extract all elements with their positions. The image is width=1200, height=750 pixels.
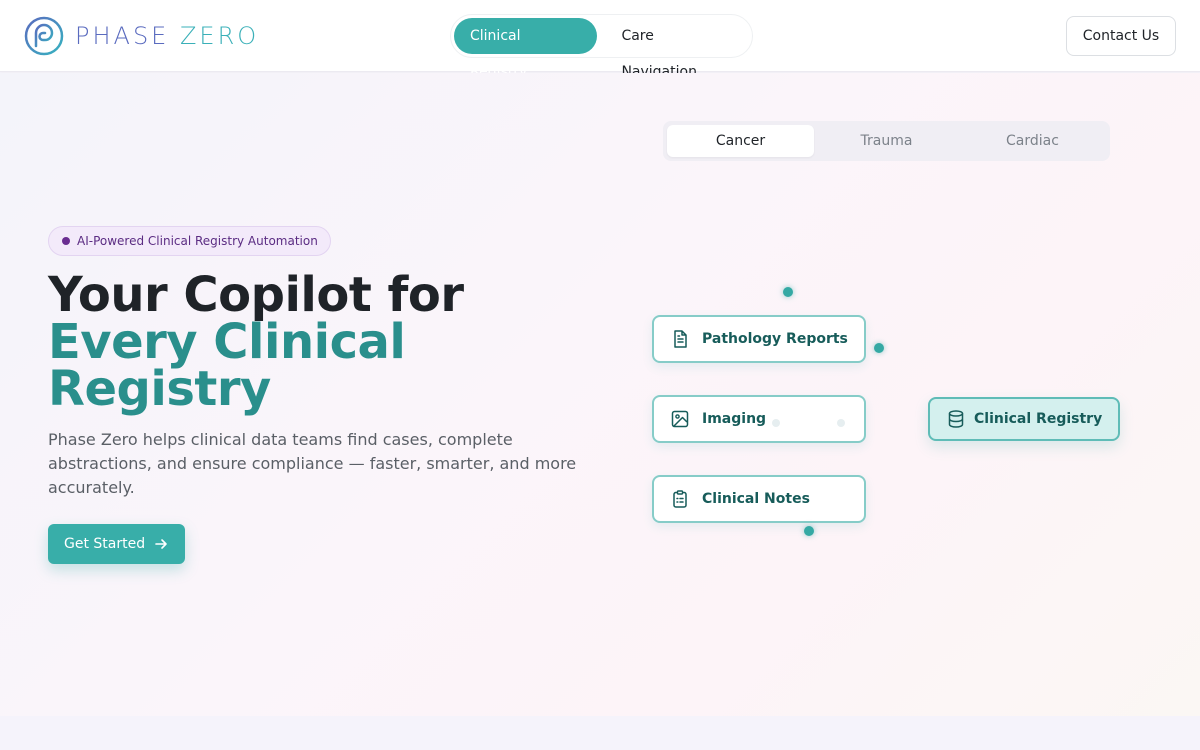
tab-trauma[interactable]: Trauma xyxy=(813,125,960,157)
logo-wordmark: PHASE ZERO xyxy=(75,22,259,50)
nav-tab-clinical-registry[interactable]: Clinical Registry xyxy=(454,18,598,80)
get-started-label: Get Started xyxy=(64,536,146,552)
next-section-edge xyxy=(0,716,1200,750)
headline-line-2: Every Clinical Registry xyxy=(48,314,406,417)
source-card-clinical-notes: Clinical Notes xyxy=(652,475,866,523)
database-icon xyxy=(948,410,964,428)
hero-badge: AI-Powered Clinical Registry Automation xyxy=(48,226,331,256)
badge-dot-icon xyxy=(62,237,70,245)
source-label: Pathology Reports xyxy=(702,331,848,347)
flow-particle xyxy=(804,526,814,536)
source-card-imaging: Imaging xyxy=(652,395,866,443)
tab-cardiac[interactable]: Cardiac xyxy=(959,125,1106,157)
phase-zero-logo-icon xyxy=(24,16,64,56)
registry-type-selector: Cancer Trauma Cardiac xyxy=(663,121,1110,161)
arrow-right-icon xyxy=(155,539,167,549)
tab-cancer[interactable]: Cancer xyxy=(667,125,814,157)
target-card-clinical-registry: Clinical Registry xyxy=(928,397,1120,441)
hero-headline: Your Copilot for Every Clinical Registry xyxy=(48,267,608,417)
logo-wordmark-phase: PHASE xyxy=(75,22,180,50)
source-label: Imaging xyxy=(702,411,767,427)
badge-label: AI-Powered Clinical Registry Automation xyxy=(77,234,318,248)
logo-wordmark-zero: ZERO xyxy=(179,22,260,50)
flow-particle xyxy=(874,343,884,353)
source-card-pathology-reports: Pathology Reports xyxy=(652,315,866,363)
image-icon xyxy=(671,410,689,428)
flow-particle xyxy=(772,419,780,427)
main-nav: Clinical Registry Care Navigation xyxy=(450,14,753,80)
get-started-button[interactable]: Get Started xyxy=(48,524,185,564)
target-label: Clinical Registry xyxy=(974,411,1103,427)
file-text-icon xyxy=(674,330,687,348)
headline-line-1: Your Copilot for xyxy=(48,267,464,323)
hero-description: Phase Zero helps clinical data teams fin… xyxy=(48,430,577,497)
contact-us-button[interactable]: Contact Us xyxy=(1066,16,1176,56)
source-label: Clinical Notes xyxy=(702,491,810,507)
flow-particle xyxy=(837,419,845,427)
nav-tab-care-navigation[interactable]: Care Navigation xyxy=(605,18,749,80)
flow-particle xyxy=(783,287,793,297)
logo[interactable]: PHASE ZERO xyxy=(24,16,259,56)
clipboard-list-icon xyxy=(673,490,687,508)
site-header: PHASE ZERO Clinical Registry Care Naviga… xyxy=(0,0,1200,80)
